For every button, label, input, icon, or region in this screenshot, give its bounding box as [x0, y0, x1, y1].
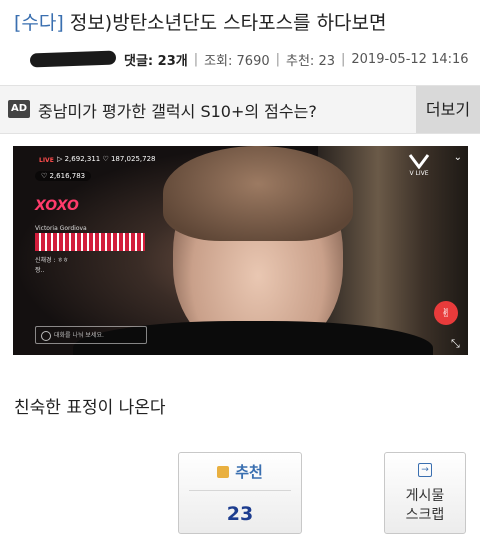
ad-banner[interactable]: AD 중남미가 평가한 갤럭시 S10+의 점수는? 더보기	[0, 85, 480, 134]
ad-text[interactable]: 중남미가 평가한 갤럭시 S10+의 점수는?	[38, 98, 317, 122]
chat-input[interactable]: 대화를 나눠 보세요.	[35, 326, 147, 344]
divider	[189, 490, 291, 491]
ad-more-button[interactable]: 더보기	[416, 86, 480, 133]
recommend-label: 추천	[235, 463, 263, 481]
view-count: 조회: 7690	[204, 53, 270, 69]
chevron-down-icon[interactable]: ⌄	[454, 152, 462, 163]
gift-bar	[35, 233, 145, 251]
vlive-label: V LIVE	[409, 170, 429, 177]
recommend-total: 23	[226, 503, 254, 525]
scrap-icon: →	[418, 463, 432, 477]
vlive-logo: V LIVE	[405, 153, 433, 181]
post-title: [수다] 정보)방탄소년단도 스타포스를 하다보면	[14, 8, 387, 35]
post-meta: 댓글: 23개 | 조회: 7690 | 추천: 23 | 2019-05-12…	[14, 48, 469, 70]
heart-button-icon[interactable]: ✌	[434, 301, 458, 325]
recommend-button[interactable]: 추천 23	[178, 452, 302, 534]
comment-count[interactable]: 댓글: 23개	[124, 50, 188, 69]
author-redacted	[29, 50, 117, 68]
heart-count: ♡ 2,616,783	[35, 171, 92, 181]
meta-separator: |	[193, 51, 199, 67]
chat-message: 신채경 : ㅎㅎ	[35, 257, 69, 264]
ad-badge: AD	[8, 100, 30, 118]
meta-separator: |	[341, 51, 346, 67]
chat-message: 짱..	[35, 267, 45, 274]
vlive-icon	[408, 154, 430, 170]
fullscreen-icon[interactable]: ⤡	[451, 337, 460, 351]
video-screenshot: LIVE ▷ 2,692,311 ♡ 187,025,728 ♡ 2,616,7…	[13, 146, 468, 355]
post-datetime: 2019-05-12 14:16	[351, 51, 469, 67]
post-title-text: 정보)방탄소년단도 스타포스를 하다보면	[63, 12, 387, 34]
scrap-label-line1: 게시물	[405, 488, 445, 504]
meta-separator: |	[275, 51, 281, 67]
post-category[interactable]: [수다]	[14, 12, 64, 34]
live-badge: LIVE	[39, 157, 54, 164]
scrap-button[interactable]: → 게시물 스크랩	[384, 452, 466, 534]
scrap-label-line2: 스크랩	[405, 507, 445, 523]
xoxo-sticker: XOXO	[35, 198, 79, 214]
person-hair	[163, 146, 353, 241]
post-caption: 친숙한 표정이 나온다	[14, 398, 166, 418]
recommend-count: 추천: 23	[286, 53, 335, 69]
thumbs-up-icon	[217, 466, 230, 478]
video-stats: ▷ 2,692,311 ♡ 187,025,728	[57, 155, 156, 163]
